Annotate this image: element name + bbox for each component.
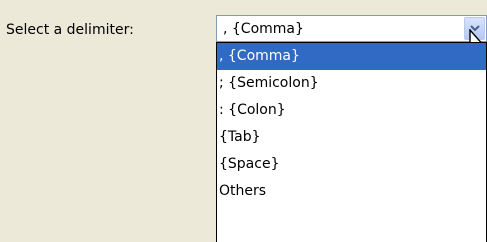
delimiter-option-tab[interactable]: {Tab}	[217, 124, 486, 151]
delimiter-dropdown-list[interactable]: , {Comma} ; {Semicolon} : {Colon} {Tab} …	[216, 42, 487, 242]
delimiter-combobox[interactable]: , {Comma}	[216, 15, 487, 42]
delimiter-option-comma[interactable]: , {Comma}	[217, 43, 486, 70]
delimiter-label: Select a delimiter:	[6, 22, 134, 38]
delimiter-option-semicolon[interactable]: ; {Semicolon}	[217, 70, 486, 97]
delimiter-combobox-value: , {Comma}	[223, 21, 304, 37]
delimiter-option-colon[interactable]: : {Colon}	[217, 97, 486, 124]
delimiter-option-space[interactable]: {Space}	[217, 151, 486, 178]
delimiter-option-others[interactable]: Others	[217, 178, 486, 205]
